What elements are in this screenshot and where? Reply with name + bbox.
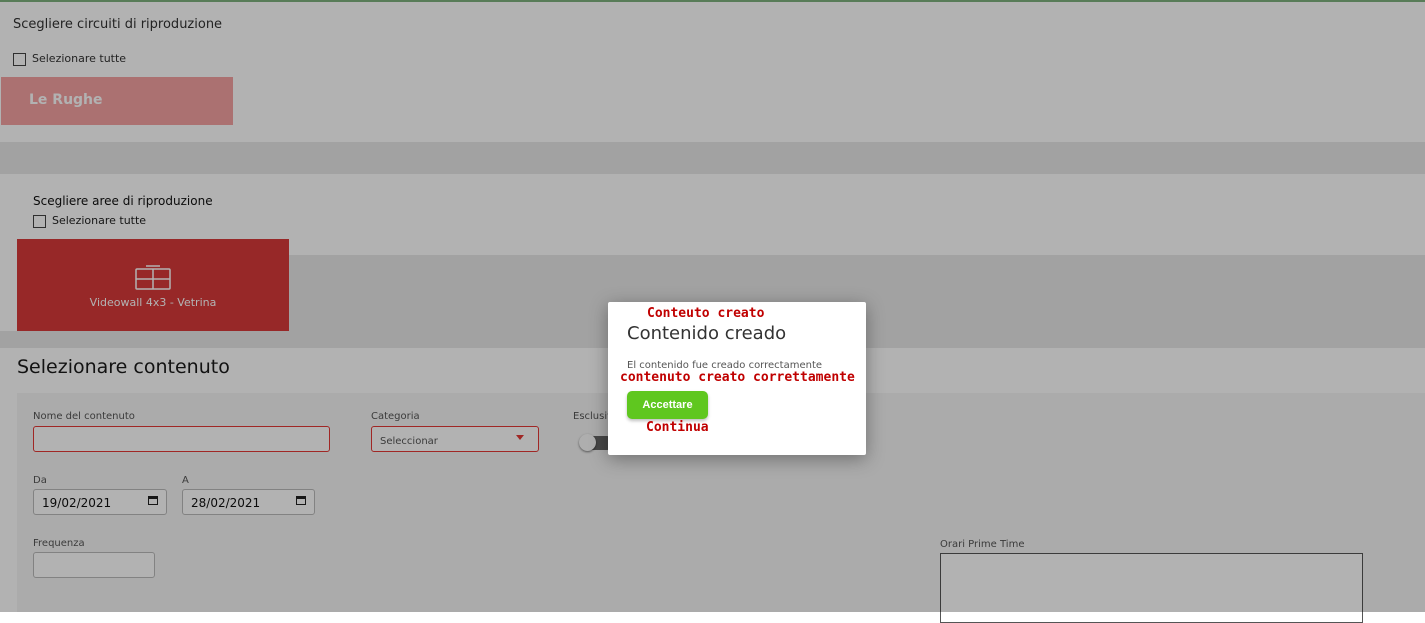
dialog-title: Contenido creado bbox=[627, 323, 787, 344]
accept-button[interactable]: Accettare bbox=[627, 391, 708, 419]
message-annotation: contenuto creato correttamente bbox=[620, 370, 855, 385]
button-annotation: Continua bbox=[646, 420, 709, 435]
success-dialog: Conteuto creato Contenido creado El cont… bbox=[608, 302, 866, 455]
title-annotation: Conteuto creato bbox=[647, 306, 765, 321]
